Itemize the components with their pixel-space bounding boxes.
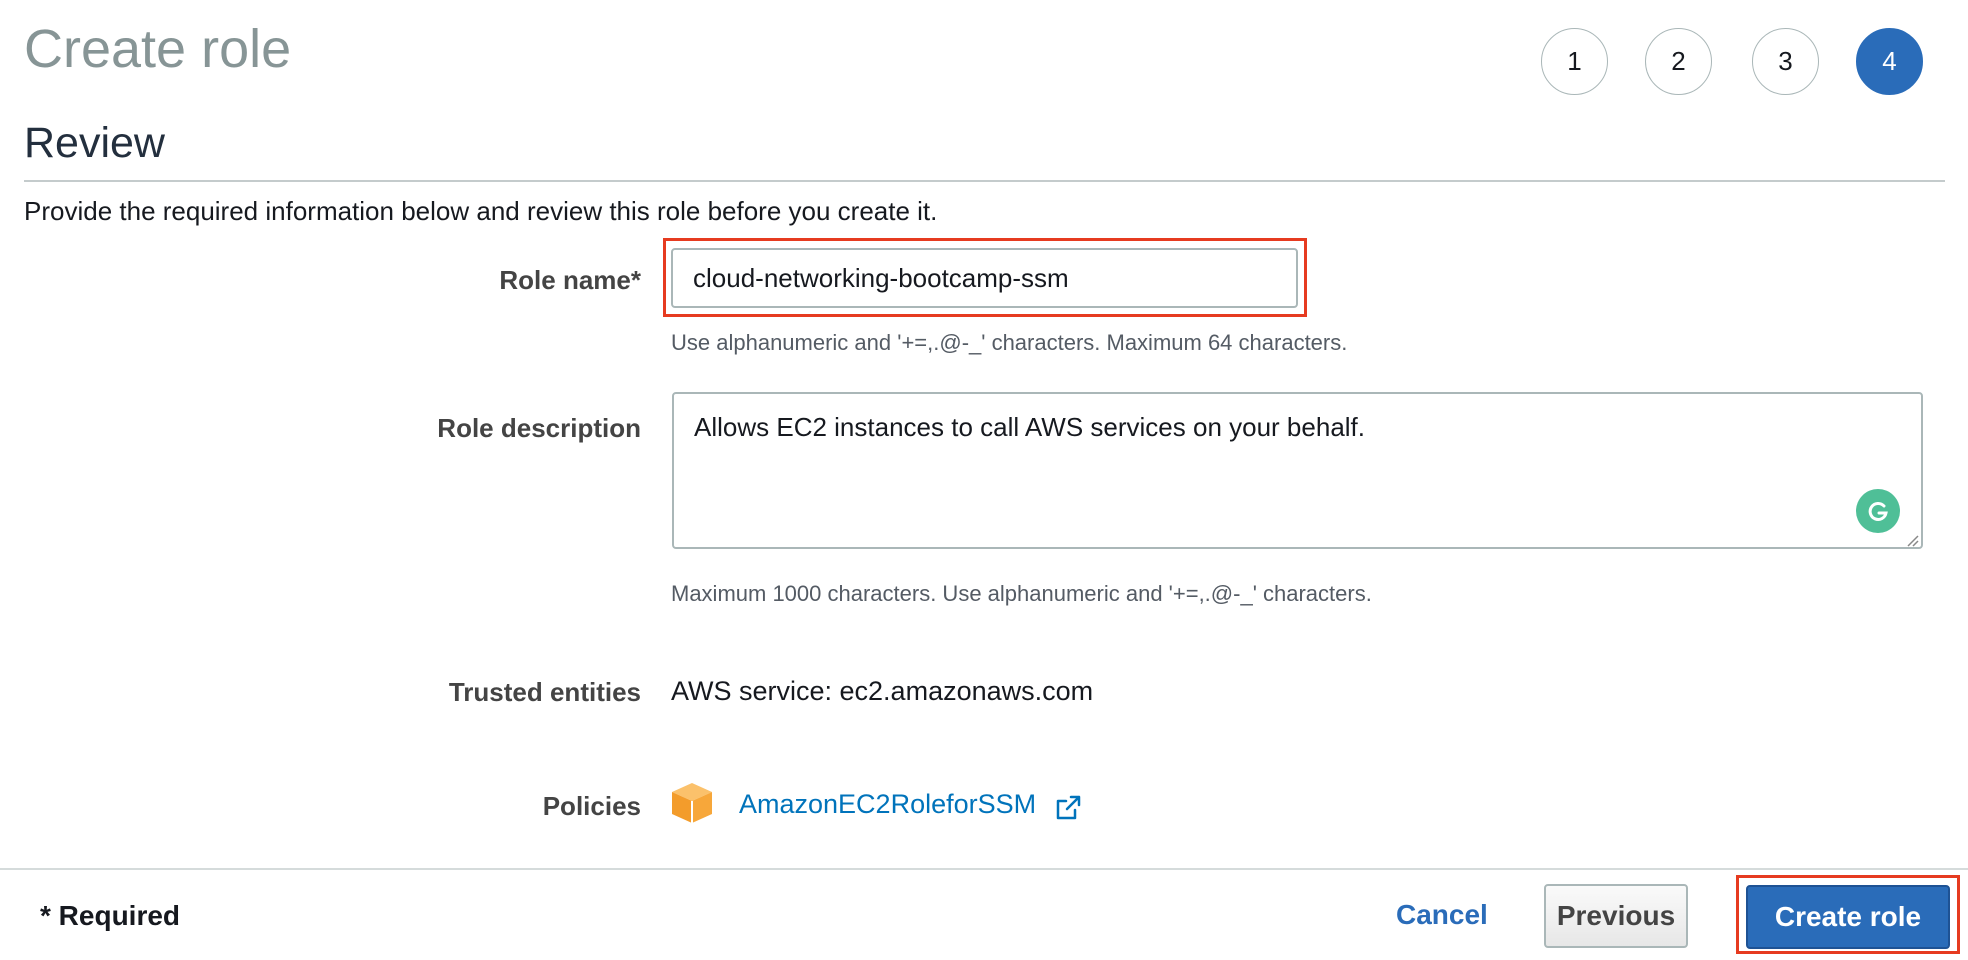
required-note: * Required [40,900,181,931]
resize-grip-icon[interactable] [1903,531,1919,547]
role-description-label: Role description [437,413,641,443]
section-title: Review [24,119,165,167]
cancel-button[interactable]: Cancel [1382,891,1502,939]
trusted-entities-label: Trusted entities [448,677,641,707]
grammarly-icon[interactable] [1856,489,1900,533]
footer-divider [0,868,1968,870]
policies-label: Policies [542,791,641,821]
policy-link[interactable]: AmazonEC2RoleforSSM [739,789,1036,820]
intro-text: Provide the required information below a… [24,196,938,226]
step-3[interactable]: 3 [1752,28,1819,95]
role-name-input[interactable] [671,248,1298,308]
step-1[interactable]: 1 [1541,28,1608,95]
create-role-button[interactable]: Create role [1746,885,1950,949]
external-link-icon[interactable] [1053,793,1083,823]
role-name-label: Role name* [499,265,641,295]
role-description-input[interactable]: Allows EC2 instances to call AWS service… [672,392,1923,549]
previous-button[interactable]: Previous [1544,884,1688,948]
section-divider [24,180,1945,182]
role-name-hint: Use alphanumeric and '+=,.@-_' character… [671,330,1348,355]
step-4-current: 4 [1856,28,1923,95]
policy-box-icon [672,783,712,823]
step-2[interactable]: 2 [1645,28,1712,95]
create-role-highlight: Create role [1736,875,1960,954]
role-description-hint: Maximum 1000 characters. Use alphanumeri… [671,581,1372,606]
trusted-entities-value: AWS service: ec2.amazonaws.com [671,676,1094,706]
page-title: Create role [24,19,292,79]
